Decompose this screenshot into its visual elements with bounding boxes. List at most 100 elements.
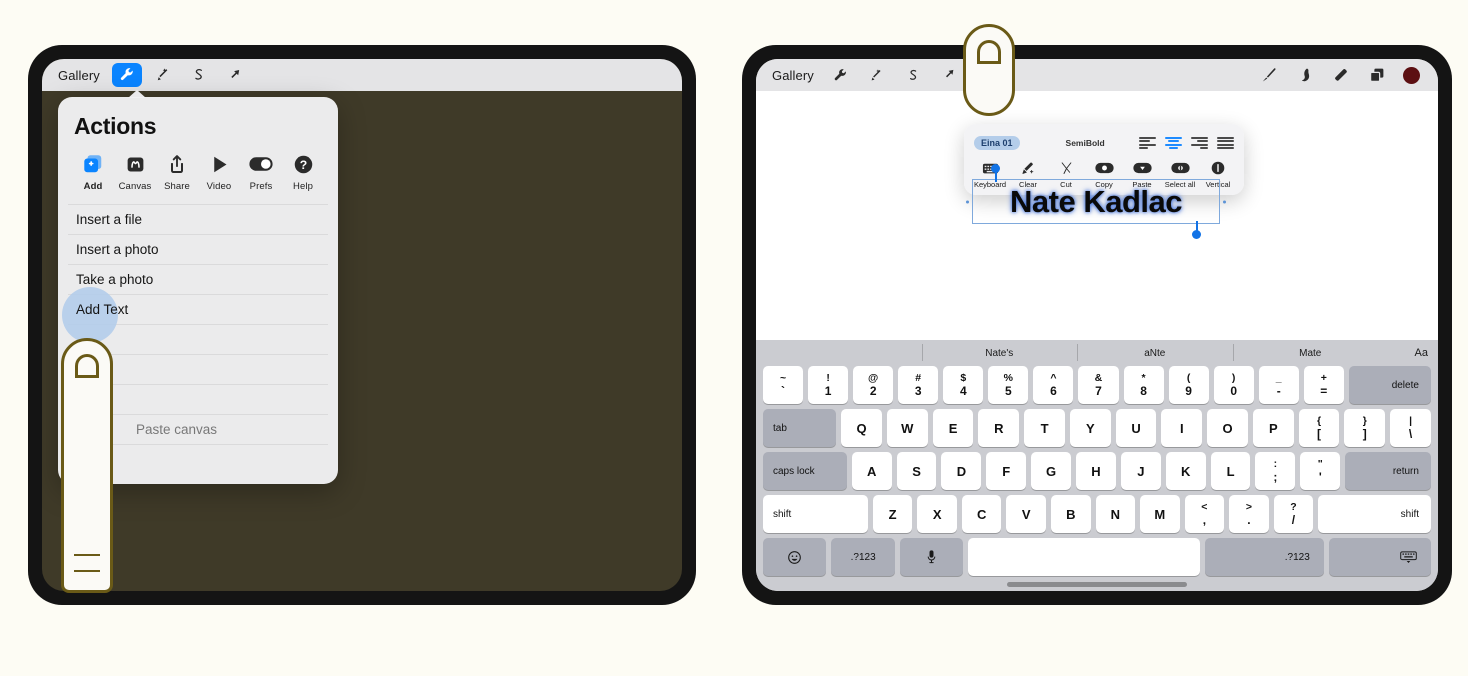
key-0[interactable]: ) 0 <box>1213 366 1254 404</box>
key-t[interactable]: T <box>1024 409 1065 447</box>
key-9[interactable]: (9 <box>1168 366 1209 404</box>
actions-wrench-tool-right[interactable] <box>826 63 856 87</box>
key-z[interactable]: Z <box>872 495 913 533</box>
key-semicolon[interactable]: :; <box>1255 452 1296 490</box>
key-period[interactable]: >. <box>1229 495 1269 533</box>
key-r[interactable]: R <box>978 409 1020 447</box>
suggestion-1[interactable]: Nate's <box>921 343 1078 361</box>
key-l[interactable]: L <box>1210 452 1251 490</box>
key-b[interactable]: B <box>1051 495 1091 533</box>
key-return[interactable]: return <box>1345 452 1431 490</box>
smudge-tool-button[interactable] <box>1295 65 1315 85</box>
key-f[interactable]: F <box>986 452 1027 490</box>
left-canvas-screen[interactable]: Gallery Actions Add Canvas Share Video P… <box>42 59 682 591</box>
key-m[interactable]: M <box>1140 495 1180 533</box>
key-shift-left[interactable]: shift <box>763 495 868 533</box>
selection-tool[interactable] <box>184 63 214 87</box>
actions-tab-prefs[interactable]: Prefs <box>240 152 282 192</box>
key-1[interactable]: ! 1 <box>808 366 849 404</box>
menu-item-insert-photo[interactable]: Insert a photo <box>68 234 328 264</box>
key-numbers-left[interactable]: .?123 <box>831 538 895 576</box>
align-right-icon[interactable] <box>1191 136 1208 150</box>
brush-tool-button[interactable] <box>1259 65 1279 85</box>
menu-item-take-photo[interactable]: Take a photo <box>68 264 328 294</box>
apple-pencil-cursor-right[interactable] <box>963 24 1015 116</box>
selection-handle-bottom-right[interactable] <box>1192 221 1201 239</box>
canvas-text-value[interactable]: Nate Kadlac <box>973 184 1219 220</box>
gallery-button[interactable]: Gallery <box>54 68 112 83</box>
key-x[interactable]: X <box>917 495 957 533</box>
align-center-icon[interactable] <box>1165 136 1182 150</box>
key-i[interactable]: I <box>1161 409 1203 447</box>
key-dictation[interactable] <box>899 538 964 576</box>
key-c[interactable]: C <box>961 495 1002 533</box>
align-justify-icon[interactable] <box>1217 136 1234 150</box>
text-format-aa-button[interactable]: Aa <box>1388 347 1428 359</box>
key-emoji[interactable] <box>763 538 827 576</box>
key-k[interactable]: K <box>1165 452 1206 490</box>
adjustments-wand-tool-right[interactable] <box>862 63 892 87</box>
key-tilde[interactable]: ~ ` <box>763 366 804 404</box>
key-caps-lock[interactable]: caps lock <box>763 452 847 490</box>
key-quote[interactable]: " ' <box>1300 452 1341 490</box>
key-g[interactable]: G <box>1031 452 1072 490</box>
adjustments-wand-tool[interactable] <box>148 63 178 87</box>
key-u[interactable]: U <box>1115 409 1157 447</box>
eraser-tool-button[interactable] <box>1331 65 1351 85</box>
menu-item-insert-file[interactable]: Insert a file <box>68 204 328 234</box>
key-6[interactable]: ^ 6 <box>1033 366 1074 404</box>
actions-tab-add[interactable]: Add <box>72 152 114 192</box>
key-space[interactable] <box>968 538 1200 576</box>
key-hide-keyboard[interactable] <box>1328 538 1432 576</box>
key-v[interactable]: V <box>1006 495 1046 533</box>
font-name-button[interactable]: Eina 01 <box>974 136 1020 150</box>
key-slash[interactable]: ? / <box>1273 495 1314 533</box>
key-bracket-right[interactable]: }] <box>1344 409 1386 447</box>
apple-pencil-cursor-left[interactable] <box>61 338 113 593</box>
key-q[interactable]: Q <box>841 409 882 447</box>
key-8[interactable]: * 8 <box>1123 366 1164 404</box>
key-j[interactable]: J <box>1120 452 1161 490</box>
key-backslash[interactable]: | \ <box>1390 409 1431 447</box>
key-p[interactable]: P <box>1252 409 1294 447</box>
key-o[interactable]: O <box>1207 409 1248 447</box>
key-4[interactable]: $4 <box>943 366 984 404</box>
actions-tab-help[interactable]: ? Help <box>282 152 324 192</box>
key-2[interactable]: @2 <box>853 366 894 404</box>
key-3[interactable]: #3 <box>898 366 939 404</box>
suggestion-2[interactable]: aNte <box>1077 343 1233 361</box>
key-comma[interactable]: <, <box>1184 495 1225 533</box>
actions-tab-share[interactable]: Share <box>156 152 198 192</box>
key-d[interactable]: D <box>941 452 982 490</box>
key-equals[interactable]: + = <box>1303 366 1344 404</box>
key-delete[interactable]: delete <box>1348 366 1431 404</box>
right-canvas-screen[interactable]: Gallery Eina 01 SemiBold Keyboard Clear … <box>756 59 1438 591</box>
key-h[interactable]: H <box>1076 452 1116 490</box>
key-w[interactable]: W <box>886 409 928 447</box>
gallery-button-right[interactable]: Gallery <box>768 68 826 83</box>
color-swatch[interactable] <box>1403 66 1420 84</box>
key-minus[interactable]: _ - <box>1258 366 1299 404</box>
selection-handle-top-left[interactable] <box>991 164 1000 182</box>
actions-tab-video[interactable]: Video <box>198 152 240 192</box>
key-7[interactable]: & 7 <box>1078 366 1119 404</box>
transform-tool[interactable] <box>220 63 250 87</box>
key-n[interactable]: N <box>1095 495 1136 533</box>
align-left-icon[interactable] <box>1139 136 1156 150</box>
font-weight-label[interactable]: SemiBold <box>1066 138 1105 148</box>
key-s[interactable]: S <box>896 452 937 490</box>
actions-tab-canvas[interactable]: Canvas <box>114 152 156 192</box>
key-5[interactable]: % 5 <box>988 366 1029 404</box>
key-a[interactable]: A <box>851 452 892 490</box>
key-bracket-left[interactable]: {[ <box>1298 409 1340 447</box>
key-y[interactable]: Y <box>1069 409 1111 447</box>
key-shift-right[interactable]: shift <box>1318 495 1431 533</box>
key-e[interactable]: E <box>932 409 974 447</box>
text-selection-box[interactable]: Nate Kadlac <box>966 164 1226 239</box>
selection-tool-right[interactable] <box>898 63 928 87</box>
suggestion-3[interactable]: Mate <box>1232 343 1389 361</box>
key-numbers-right[interactable]: .?123 <box>1204 538 1324 576</box>
menu-item-add-text[interactable]: Add Text <box>62 287 328 343</box>
actions-wrench-tool[interactable] <box>111 63 142 87</box>
key-tab[interactable]: tab <box>763 409 837 447</box>
